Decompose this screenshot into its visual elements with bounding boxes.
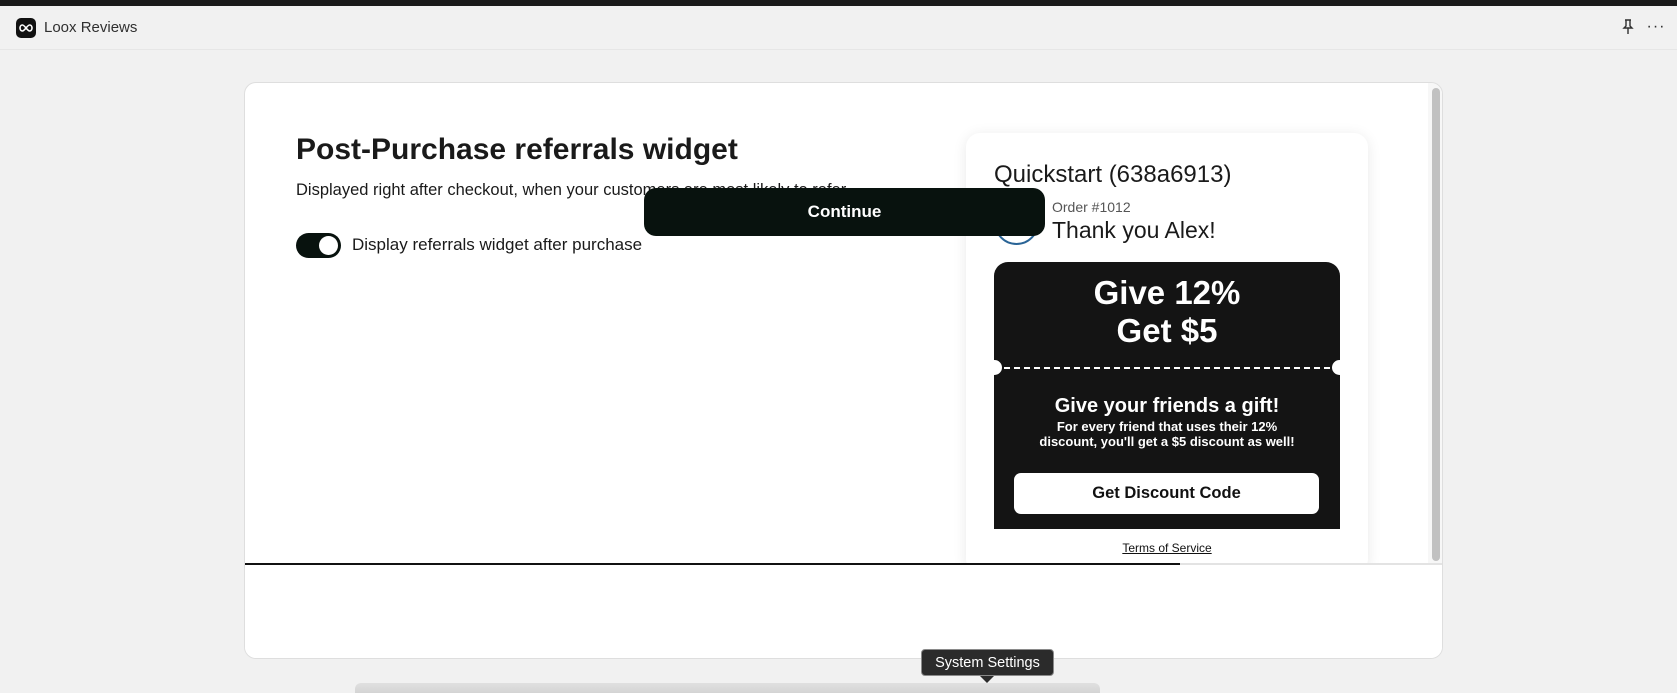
toggle-label[interactable]: Display referrals widget after purchase bbox=[352, 235, 642, 255]
toggle-knob bbox=[319, 236, 338, 255]
pin-icon[interactable] bbox=[1619, 17, 1637, 37]
app-header: Loox Reviews ··· bbox=[0, 6, 1677, 50]
system-settings-tooltip: System Settings bbox=[921, 649, 1054, 676]
referral-offer-ticket: Give 12% Get $5 Give your friends a gift… bbox=[987, 262, 1347, 529]
gift-description: For every friend that uses their 12% dis… bbox=[1039, 419, 1295, 449]
get-line: Get $5 bbox=[1116, 312, 1218, 349]
dock-edge bbox=[355, 683, 1100, 693]
more-options-icon[interactable]: ··· bbox=[1645, 17, 1667, 37]
thank-you-text: Thank you Alex! bbox=[1052, 217, 1216, 243]
gift-heading: Give your friends a gift! bbox=[1054, 395, 1280, 417]
page-title: Post-Purchase referrals widget bbox=[296, 133, 738, 166]
modal-footer bbox=[245, 565, 1442, 658]
ticket-divider bbox=[1004, 367, 1330, 369]
scrollbar-thumb[interactable] bbox=[1432, 88, 1440, 561]
app-title: Loox Reviews bbox=[44, 19, 138, 36]
ticket-notch-left bbox=[987, 360, 1002, 375]
ticket-notch-right bbox=[1332, 360, 1347, 375]
terms-of-service-link[interactable]: Terms of Service bbox=[966, 541, 1368, 555]
tooltip-arrow bbox=[980, 676, 994, 683]
order-number: Order #1012 bbox=[1052, 199, 1131, 215]
offer-headline: Give 12% Get $5 bbox=[994, 274, 1340, 350]
store-name: Quickstart (638a6913) bbox=[994, 161, 1232, 188]
setup-modal: Post-Purchase referrals widget Displayed… bbox=[244, 82, 1443, 659]
referrals-widget-toggle[interactable] bbox=[296, 233, 341, 258]
modal-body: Post-Purchase referrals widget Displayed… bbox=[245, 83, 1442, 573]
infinity-icon bbox=[16, 18, 36, 38]
give-line: Give 12% bbox=[1093, 274, 1241, 311]
continue-button[interactable]: Continue bbox=[644, 188, 1045, 236]
get-discount-code-button[interactable]: Get Discount Code bbox=[1014, 473, 1319, 514]
